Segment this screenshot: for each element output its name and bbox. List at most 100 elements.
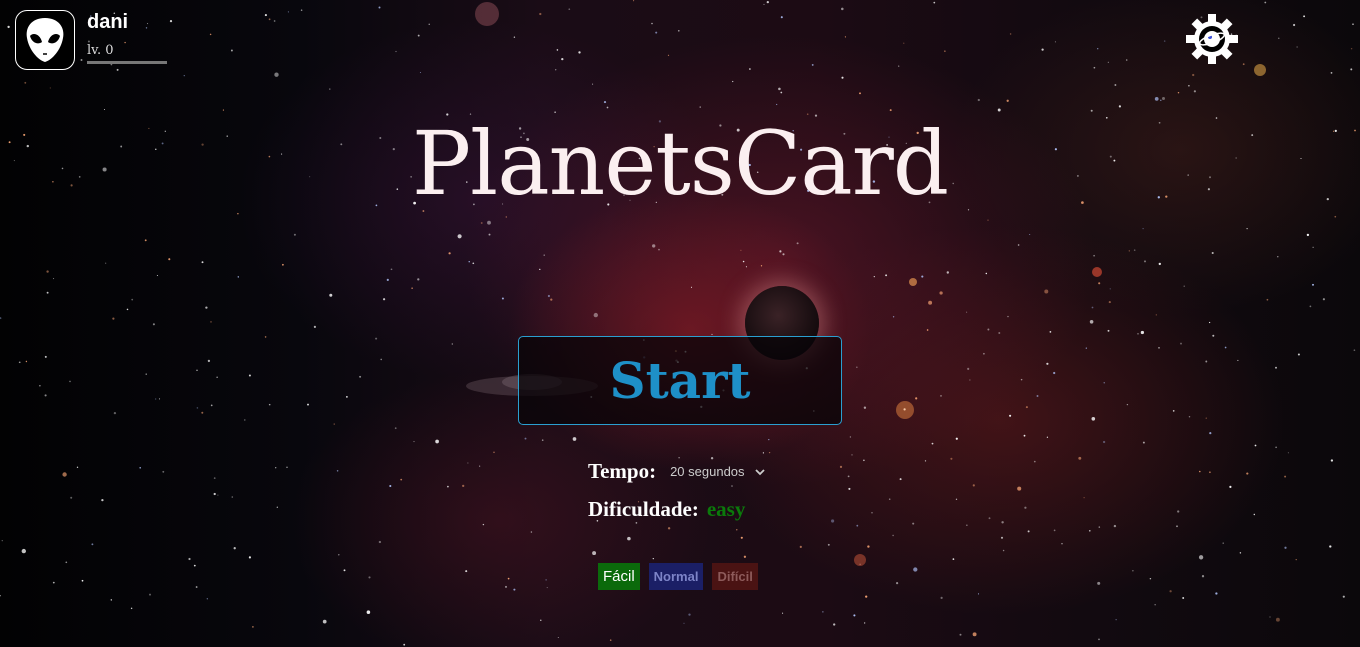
star: [382, 298, 386, 301]
star: [1049, 331, 1052, 333]
star: [609, 639, 612, 641]
star: [545, 579, 547, 581]
difficulty-buttons: Fácil Normal Difícil: [598, 563, 758, 590]
settings-button[interactable]: [1185, 13, 1239, 65]
star: [1088, 529, 1091, 532]
normal-button[interactable]: Normal: [648, 563, 704, 590]
star: [1083, 497, 1085, 499]
star: [1154, 97, 1159, 101]
star: [488, 233, 491, 236]
star: [768, 438, 770, 441]
star: [1007, 315, 1009, 318]
star: [1133, 249, 1136, 251]
star: [1172, 410, 1175, 412]
star: [264, 336, 267, 338]
star: [268, 403, 271, 406]
star: [1091, 306, 1094, 309]
star: [987, 219, 989, 221]
star: [677, 29, 680, 32]
star: [1053, 529, 1056, 532]
star: [1350, 68, 1353, 71]
star: [889, 109, 892, 112]
star: [731, 485, 733, 487]
star: [606, 106, 609, 109]
star: [403, 643, 406, 646]
star: [1342, 595, 1345, 598]
game-title: PlanetsCard: [411, 112, 949, 215]
star: [969, 379, 971, 381]
facil-button[interactable]: Fácil: [598, 563, 640, 590]
star: [380, 358, 383, 361]
star: [252, 626, 254, 628]
star: [206, 598, 208, 600]
star: [230, 49, 233, 52]
star: [1158, 262, 1161, 266]
dificil-button[interactable]: Difícil: [712, 563, 758, 590]
star: [921, 275, 924, 278]
star: [1046, 362, 1049, 365]
star: [1229, 485, 1232, 489]
star: [435, 439, 439, 444]
star: [69, 380, 71, 383]
star: [1177, 91, 1180, 94]
star: [1118, 105, 1122, 108]
star: [1297, 353, 1300, 356]
star: [428, 23, 430, 25]
star: [457, 234, 462, 239]
star: [1242, 63, 1245, 66]
player-level: lv. 0: [87, 43, 114, 58]
star: [1027, 530, 1030, 533]
star: [851, 454, 853, 456]
star: [1266, 298, 1269, 301]
star: [1098, 638, 1100, 641]
chevron-down-icon: [754, 468, 765, 475]
star: [1154, 604, 1156, 606]
star: [195, 586, 198, 588]
star: [1158, 347, 1160, 349]
tempo-label: Tempo:: [588, 459, 657, 483]
star: [513, 588, 516, 591]
star: [780, 91, 783, 94]
star: [540, 619, 542, 621]
star: [1093, 254, 1095, 257]
star: [572, 437, 577, 441]
star: [338, 554, 340, 556]
star: [162, 470, 165, 473]
star: [1253, 513, 1256, 516]
star: [1143, 260, 1147, 263]
player-avatar[interactable]: [15, 10, 75, 70]
star: [287, 11, 289, 13]
star: [25, 360, 28, 363]
tempo-row: Tempo: 20 segundos: [588, 459, 765, 484]
star: [152, 323, 155, 326]
star: [853, 614, 856, 617]
star: [400, 478, 403, 481]
dificuldade-row: Dificuldade: easy: [588, 497, 745, 522]
star: [231, 496, 234, 498]
xp-progress-bar: [87, 61, 167, 64]
star: [939, 291, 943, 295]
star: [658, 248, 660, 251]
star: [1180, 342, 1182, 345]
star: [530, 531, 533, 533]
star: [124, 41, 126, 44]
star: [561, 57, 564, 61]
star: [892, 534, 894, 537]
star: [763, 3, 765, 5]
start-button[interactable]: Start: [518, 336, 842, 425]
star: [1162, 97, 1165, 100]
star: [592, 551, 597, 556]
tempo-select[interactable]: 20 segundos: [670, 464, 765, 479]
star: [1275, 366, 1277, 369]
star: [1352, 23, 1354, 25]
star: [465, 570, 468, 573]
star: [1132, 570, 1134, 572]
star: [482, 523, 485, 526]
star: [1188, 84, 1190, 87]
star: [213, 492, 216, 496]
star: [53, 278, 55, 280]
star: [762, 452, 765, 454]
star: [507, 577, 510, 580]
star: [871, 512, 873, 514]
star: [635, 522, 638, 524]
